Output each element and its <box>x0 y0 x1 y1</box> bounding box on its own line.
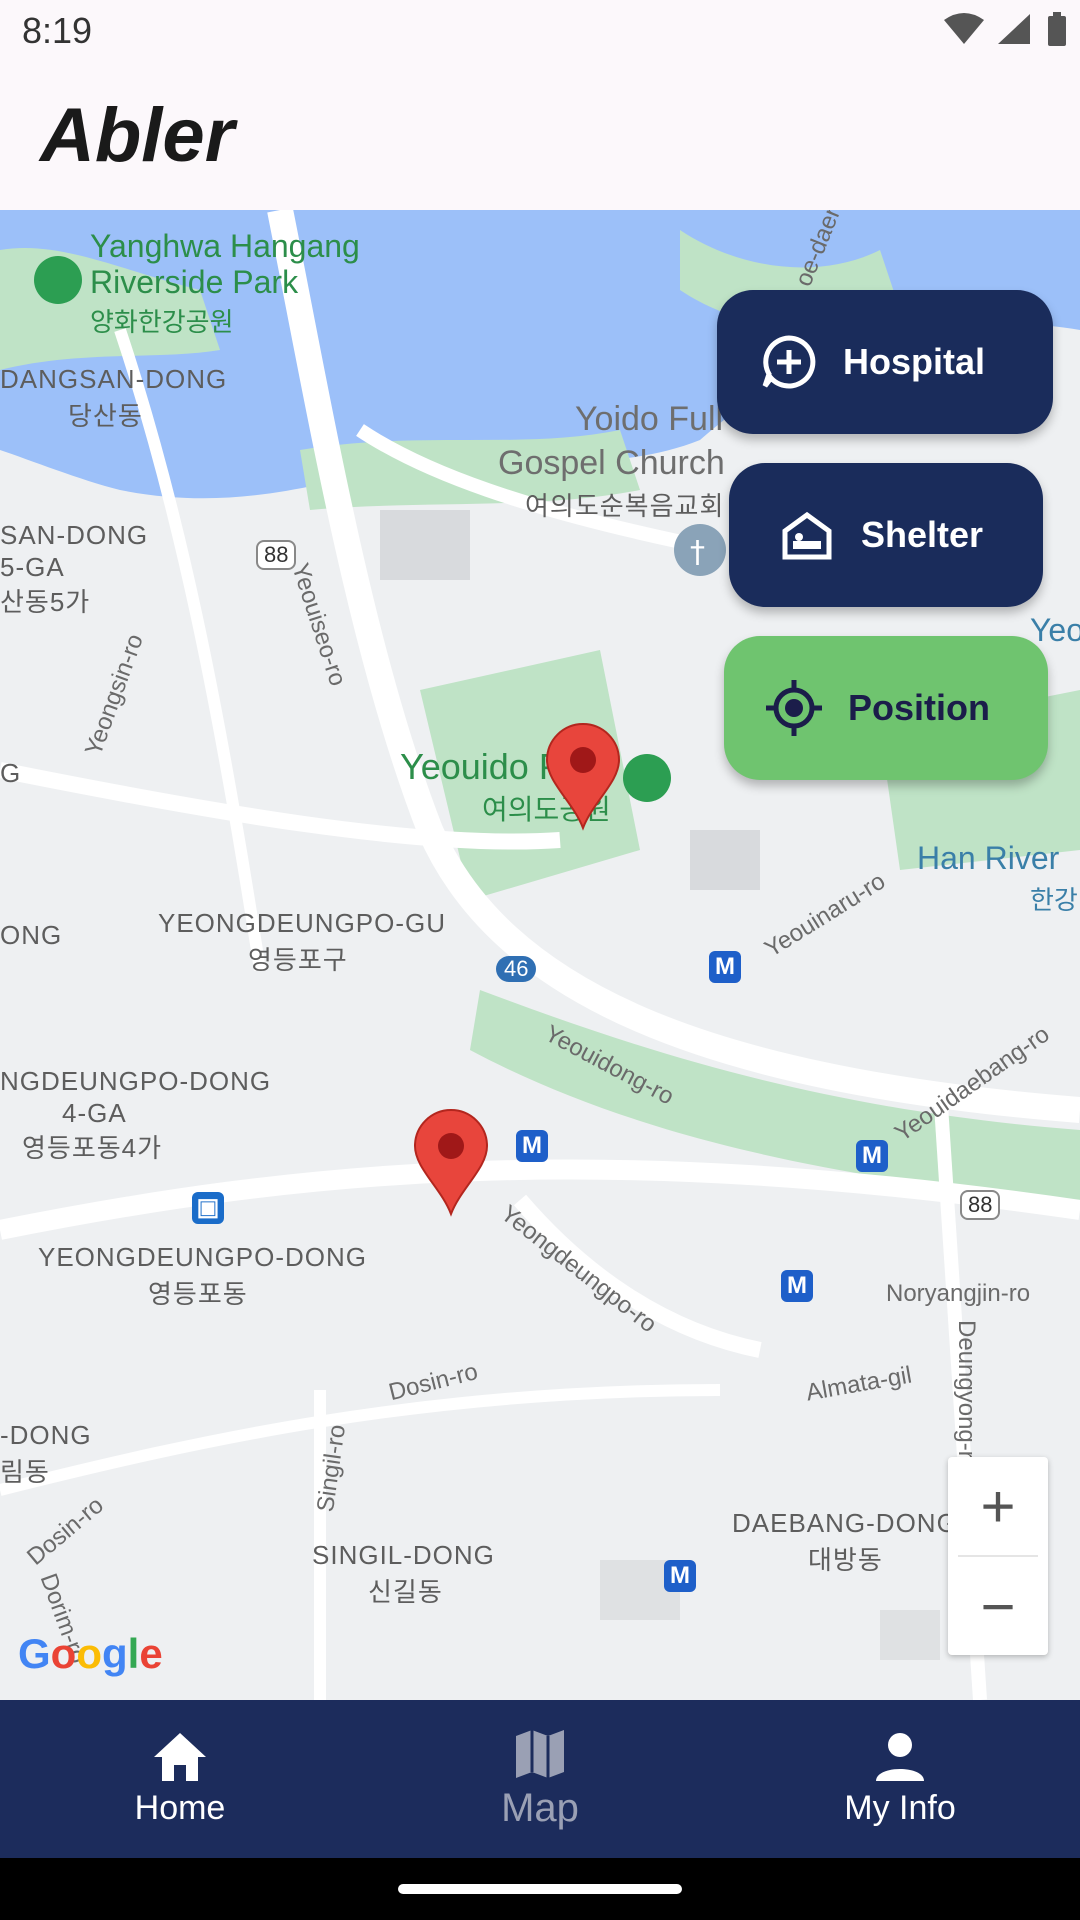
map-label: 영등포구 <box>248 945 348 975</box>
map-label: 산동5가 <box>0 587 91 617</box>
map-label: Yoido Full <box>575 400 724 438</box>
status-bar: 8:19 <box>0 0 1080 60</box>
map-label: SINGIL-DONG <box>312 1540 495 1570</box>
hospital-button[interactable]: Hospital <box>717 290 1053 434</box>
app-header: Abler <box>0 60 1080 210</box>
metro-icon: M <box>709 951 741 983</box>
person-icon <box>876 1732 924 1781</box>
map-label: 대방동 <box>808 1545 883 1575</box>
nav-item-home[interactable]: Home <box>0 1700 360 1858</box>
tree-map-icon <box>623 754 671 802</box>
map-label: Yanghwa Hangang <box>90 228 360 264</box>
map-label: Yeon <box>1030 612 1080 648</box>
map-label: 신길동 <box>368 1577 443 1607</box>
home-icon <box>154 1732 206 1781</box>
shelter-icon <box>782 511 832 560</box>
map-label: Riverside Park <box>90 264 299 300</box>
position-button[interactable]: Position <box>724 636 1048 780</box>
hospital-button-label: Hospital <box>843 341 986 382</box>
bottom-navigation: Home Map My Info <box>0 1700 1080 1858</box>
position-button-label: Position <box>848 687 990 728</box>
map-label: Gospel Church <box>498 444 725 482</box>
map-label: DAEBANG-DONG <box>732 1508 958 1538</box>
map-label: 양화한강공원 <box>90 307 234 337</box>
map-label: 당산동 <box>68 401 143 431</box>
system-gesture-bar <box>0 1858 1080 1920</box>
map-label: 4-GA <box>62 1098 127 1128</box>
metro-icon: M <box>664 1560 696 1592</box>
map-label: 여의도순복음교회 <box>525 491 725 521</box>
shelter-button-label: Shelter <box>861 514 984 555</box>
nav-item-map[interactable]: Map <box>360 1700 720 1858</box>
hospital-marker[interactable] <box>543 722 623 832</box>
highway-shield: 46 <box>496 956 537 982</box>
map-label: 5-GA <box>0 552 65 582</box>
map-label: YEONGDEUNGPO-GU <box>158 908 447 938</box>
map-label: 영등포동4가 <box>22 1133 163 1163</box>
wifi-icon <box>944 13 984 44</box>
app-title: Abler <box>40 93 235 178</box>
map-label: DANGSAN-DONG <box>0 364 228 394</box>
map-label: Yeouido P <box>400 746 563 787</box>
zoom-in-button[interactable]: + <box>948 1457 1048 1555</box>
map-label: 한강 <box>1030 885 1078 915</box>
map-icon <box>516 1729 564 1778</box>
nav-label-map: Map <box>501 1785 579 1830</box>
map-label: ONG <box>0 920 63 950</box>
shelter-button[interactable]: Shelter <box>729 463 1043 607</box>
metro-icon: M <box>856 1140 888 1172</box>
map-label: Han River <box>917 840 1060 876</box>
google-logo: Google <box>18 1630 163 1677</box>
my-location-icon <box>766 680 822 736</box>
zoom-out-button[interactable]: − <box>948 1557 1048 1655</box>
bus-icon: ▣ <box>192 1192 224 1224</box>
hospital-marker[interactable] <box>411 1108 491 1218</box>
road-label: Noryangjin-ro <box>886 1280 1031 1307</box>
zoom-controls: + − <box>948 1457 1048 1655</box>
signal-icon <box>998 14 1030 44</box>
tree-map-icon <box>34 256 82 304</box>
nav-item-my-info[interactable]: My Info <box>720 1700 1080 1858</box>
map-label: NGDEUNGPO-DONG <box>0 1066 272 1096</box>
metro-icon: M <box>516 1130 548 1162</box>
metro-icon: M <box>781 1270 813 1302</box>
status-icons <box>944 12 1066 46</box>
svg-text:†: † <box>690 535 705 570</box>
highway-shield: 88 <box>960 1190 1001 1220</box>
nav-label-my-info: My Info <box>844 1788 956 1827</box>
hospital-chat-icon <box>762 335 816 389</box>
battery-icon <box>1048 16 1066 46</box>
map-label: 림동 <box>0 1457 50 1487</box>
home-gesture-handle[interactable] <box>398 1884 682 1894</box>
map-label: -DONG <box>0 1420 92 1450</box>
map-label: 영등포동 <box>148 1279 248 1309</box>
map-label: YEONGDEUNGPO-DONG <box>38 1242 368 1272</box>
nav-label-home: Home <box>134 1788 226 1827</box>
highway-shield: 88 <box>256 540 297 570</box>
map-label: G <box>0 758 22 788</box>
road-label: Deungyong-ro <box>953 1320 980 1473</box>
status-time: 8:19 <box>22 10 93 51</box>
map-label: SAN-DONG <box>0 520 149 550</box>
